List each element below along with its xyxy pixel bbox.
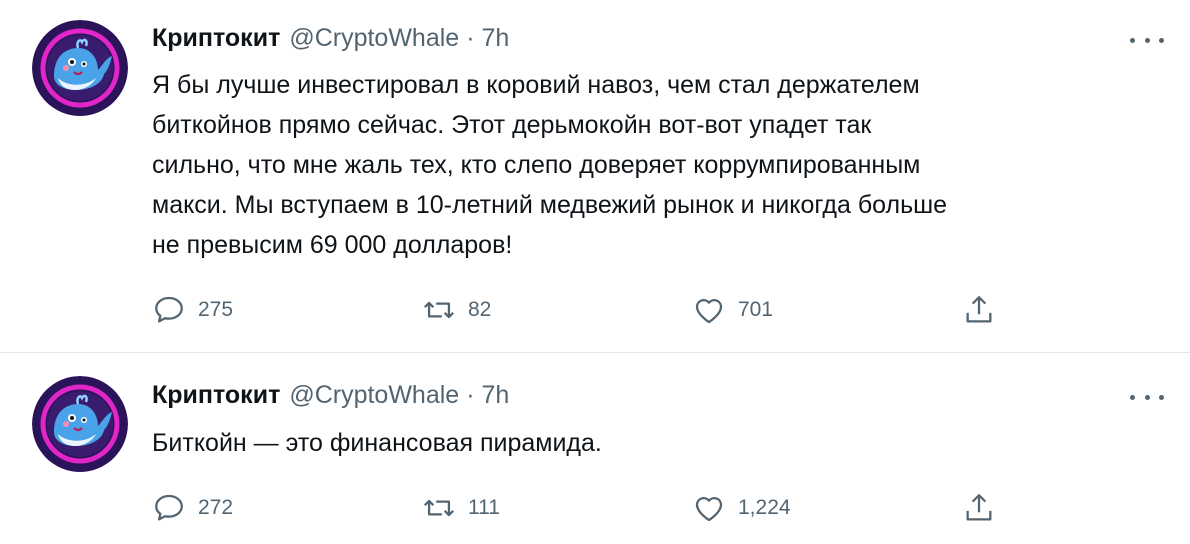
tweet-header: Криптокит @CryptoWhale · 7h bbox=[152, 381, 509, 415]
reply-button[interactable]: 272 bbox=[152, 488, 233, 528]
tweet-text: Я бы лучше инвестировал в коровий навоз,… bbox=[152, 71, 948, 259]
like-icon bbox=[692, 491, 726, 525]
more-icon[interactable] bbox=[1130, 30, 1164, 50]
separator: · bbox=[466, 381, 475, 409]
like-count: 701 bbox=[738, 298, 774, 321]
retweet-button[interactable]: 82 bbox=[422, 290, 491, 330]
more-icon[interactable] bbox=[1130, 387, 1164, 407]
whale-avatar[interactable] bbox=[32, 376, 128, 472]
share-icon bbox=[962, 293, 996, 327]
retweet-icon bbox=[422, 491, 456, 525]
tweet[interactable]: Криптокит @CryptoWhale · 7h Биткойн — эт… bbox=[0, 353, 1190, 544]
separator: · bbox=[466, 24, 475, 52]
share-button[interactable] bbox=[962, 290, 996, 330]
reply-button[interactable]: 275 bbox=[152, 290, 233, 330]
tweet-text: Биткойн — это финансовая пирамида. bbox=[152, 429, 602, 457]
author-name[interactable]: Криптокит bbox=[152, 24, 280, 53]
whale-avatar[interactable] bbox=[32, 20, 128, 116]
author-name[interactable]: Криптокит bbox=[152, 381, 280, 410]
tweet-actions: 275 82 701 bbox=[152, 290, 1032, 330]
like-count: 1,224 bbox=[738, 496, 791, 519]
reply-count: 275 bbox=[198, 298, 234, 321]
retweet-button[interactable]: 111 bbox=[422, 488, 500, 528]
share-button[interactable] bbox=[962, 488, 996, 528]
reply-icon bbox=[152, 293, 186, 327]
retweet-icon bbox=[422, 293, 456, 327]
tweet-time[interactable]: 7h bbox=[482, 24, 510, 53]
tweet-header: Криптокит @CryptoWhale · 7h bbox=[152, 24, 509, 58]
whale-avatar-image bbox=[32, 20, 128, 116]
tweet-actions: 272 111 1,224 bbox=[152, 488, 1032, 528]
like-button[interactable]: 1,224 bbox=[692, 488, 791, 528]
tweet-time[interactable]: 7h bbox=[482, 381, 510, 410]
author-handle[interactable]: @CryptoWhale bbox=[289, 381, 459, 410]
retweet-count: 111 bbox=[468, 496, 500, 519]
like-icon bbox=[692, 293, 726, 327]
reply-icon bbox=[152, 491, 186, 525]
reply-count: 272 bbox=[198, 496, 234, 519]
retweet-count: 82 bbox=[468, 298, 492, 321]
like-button[interactable]: 701 bbox=[692, 290, 773, 330]
author-handle[interactable]: @CryptoWhale bbox=[289, 24, 459, 53]
whale-avatar-image bbox=[32, 376, 128, 472]
tweet[interactable]: Криптокит @CryptoWhale · 7h Я бы лучше и… bbox=[0, 0, 1190, 353]
share-icon bbox=[962, 491, 996, 525]
